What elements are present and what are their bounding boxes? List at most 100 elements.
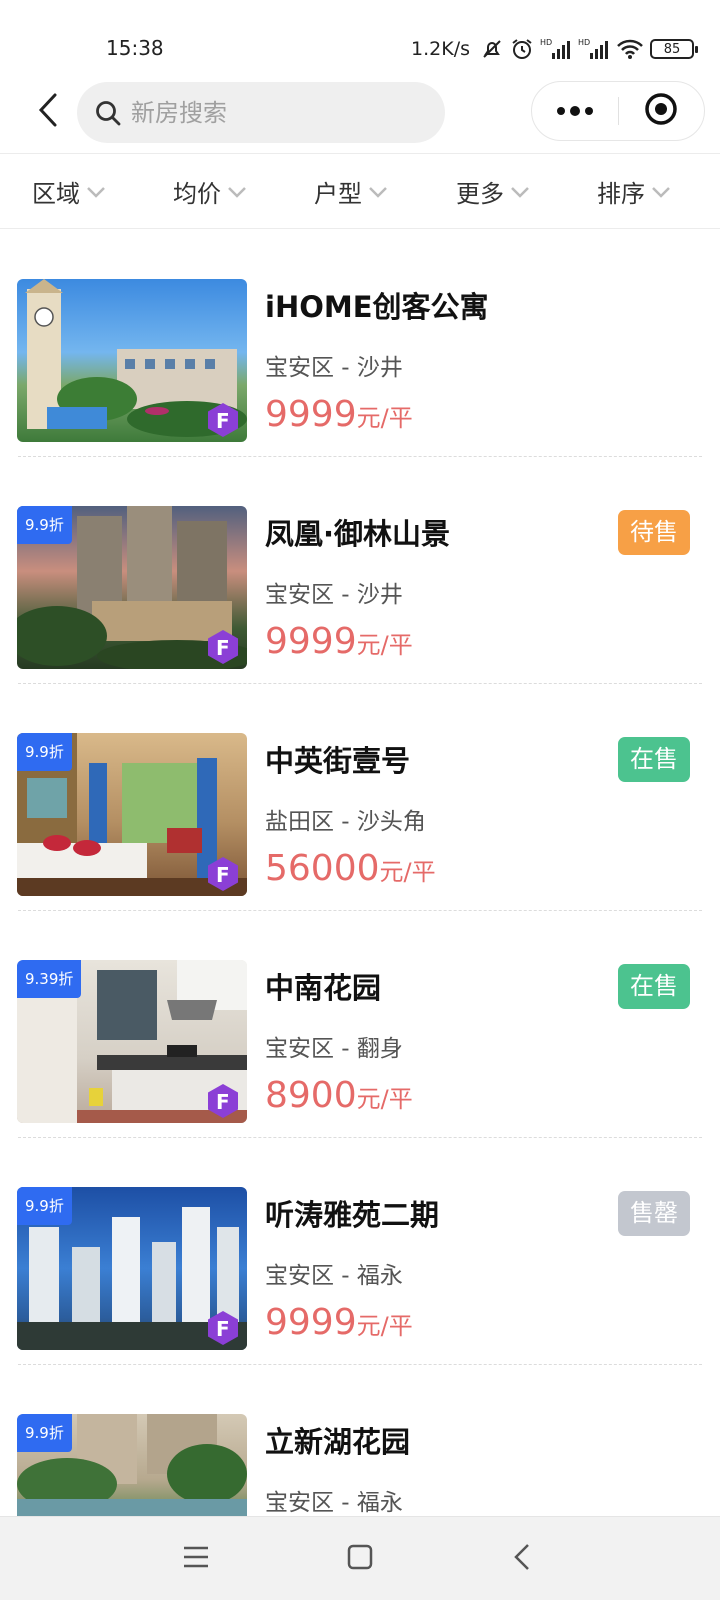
chevron-down-icon [227, 182, 247, 202]
listing-name: 立新湖花园 [265, 1425, 411, 1459]
listing-area: 宝安区 - 翻身 [265, 1036, 403, 1062]
wifi-icon [616, 36, 644, 62]
listing-area: 盐田区 - 沙头角 [265, 809, 426, 835]
listing-photo: 9.39折 F [17, 960, 247, 1123]
f-logo-icon: F [205, 402, 241, 438]
status-badge: 售罄 [618, 1191, 690, 1236]
f-logo-icon: F [205, 1310, 241, 1346]
home-square-icon [347, 1544, 373, 1574]
status-time: 15:38 [106, 36, 164, 60]
status-badge: 在售 [618, 737, 690, 782]
price-value: 9999 [265, 621, 357, 662]
price-unit: 元/平 [356, 1312, 413, 1340]
price-value: 8900 [265, 1075, 357, 1116]
listing-name: 凤凰·御林山景 [265, 517, 451, 551]
price-value: 56000 [265, 848, 380, 889]
chevron-down-icon [86, 182, 106, 202]
filter-layout[interactable]: 户型 [314, 174, 388, 209]
listing-photo: 9.9折 F [17, 1187, 247, 1350]
search-input[interactable] [131, 98, 411, 127]
listing-area: 宝安区 - 沙井 [265, 355, 403, 381]
chevron-down-icon [368, 182, 388, 202]
listing-price: 56000元/平 [265, 848, 436, 889]
listing-card[interactable]: F iHOME创客公寓 宝安区 - 沙井 9999元/平 [0, 230, 720, 457]
back-button[interactable] [28, 92, 68, 132]
listing-name: 中南花园 [265, 971, 382, 1005]
battery-icon: 85 [650, 39, 698, 59]
system-nav-bar [0, 1516, 720, 1600]
search-bar[interactable] [77, 82, 445, 143]
filter-label: 排序 [597, 180, 645, 208]
listing-area: 宝安区 - 福永 [265, 1490, 403, 1516]
svg-text:HD: HD [540, 38, 552, 47]
filter-more[interactable]: 更多 [456, 174, 530, 209]
listing-price: 9999元/平 [265, 394, 413, 435]
listing-area: 宝安区 - 福永 [265, 1263, 403, 1289]
listing-price: 9999元/平 [265, 621, 413, 662]
svg-text:F: F [216, 409, 230, 433]
network-speed: 1.2K/s [411, 38, 470, 60]
listing-price: 9999元/平 [265, 1302, 413, 1343]
filter-sort[interactable]: 排序 [597, 174, 671, 209]
close-button[interactable] [619, 82, 705, 140]
filter-region[interactable]: 区域 [32, 174, 106, 209]
f-logo-icon: F [205, 1083, 241, 1119]
menu-button[interactable] [174, 1537, 218, 1581]
listing-card[interactable]: 9.9折 F 中英街壹号 盐田区 - 沙头角 56000元/平 在售 [0, 684, 720, 911]
back-triangle-icon [513, 1543, 531, 1575]
menu-icon [182, 1545, 210, 1573]
svg-text:F: F [216, 863, 230, 887]
target-circle-icon [644, 92, 678, 130]
filter-label: 均价 [173, 180, 221, 208]
hd-signal-icon: HD [578, 36, 610, 62]
more-button[interactable] [532, 82, 618, 140]
discount-badge: 9.9折 [17, 1414, 72, 1452]
chevron-down-icon [651, 182, 671, 202]
search-icon [93, 98, 123, 128]
discount-badge: 9.9折 [17, 506, 72, 544]
filter-label: 区域 [32, 180, 80, 208]
chevron-down-icon [510, 182, 530, 202]
price-unit: 元/平 [356, 1085, 413, 1113]
price-unit: 元/平 [356, 404, 413, 432]
price-unit: 元/平 [356, 631, 413, 659]
filter-label: 更多 [456, 180, 504, 208]
status-icons: 1.2K/s HD HD 85 [411, 34, 698, 64]
home-button[interactable] [338, 1537, 382, 1581]
price-value: 9999 [265, 394, 357, 435]
listing-card[interactable]: 9.9折 F 凤凰·御林山景 宝安区 - 沙井 9999元/平 待售 [0, 457, 720, 684]
mute-bell-icon [480, 36, 504, 62]
nav-back-button[interactable] [500, 1537, 544, 1581]
svg-text:HD: HD [578, 38, 590, 47]
alarm-icon [510, 36, 534, 62]
svg-text:F: F [216, 636, 230, 660]
price-unit: 元/平 [379, 858, 436, 886]
hd-signal-icon: HD [540, 36, 572, 62]
discount-badge: 9.9折 [17, 1187, 72, 1225]
more-dots-icon [555, 102, 595, 121]
svg-text:F: F [216, 1090, 230, 1114]
listing-price: 8900元/平 [265, 1075, 413, 1116]
listing-photo: 9.9折 F [17, 733, 247, 896]
listing-name: iHOME创客公寓 [265, 290, 489, 324]
listing-card[interactable]: 9.39折 F 中南花园 宝安区 - 翻身 8900元/平 在售 [0, 911, 720, 1138]
filter-avg-price[interactable]: 均价 [173, 174, 247, 209]
listing-area: 宝安区 - 沙井 [265, 582, 403, 608]
status-badge: 待售 [618, 510, 690, 555]
listing-name: 中英街壹号 [265, 744, 411, 778]
listing-photo: 9.9折 F [17, 506, 247, 669]
f-logo-icon: F [205, 629, 241, 665]
discount-badge: 9.39折 [17, 960, 82, 998]
discount-badge: 9.9折 [17, 733, 72, 771]
price-value: 9999 [265, 1302, 357, 1343]
listing-photo: F [17, 279, 247, 442]
filter-label: 户型 [314, 180, 362, 208]
f-logo-icon: F [205, 856, 241, 892]
filter-bar: 区域 均价 户型 更多 排序 [0, 153, 720, 229]
header [0, 80, 720, 154]
mini-program-capsule [531, 81, 705, 141]
svg-text:F: F [216, 1317, 230, 1341]
status-bar: 15:38 1.2K/s HD HD 85 [0, 0, 720, 80]
listing-card[interactable]: 9.9折 F 听涛雅苑二期 宝安区 - 福永 9999元/平 售罄 [0, 1138, 720, 1365]
listing-name: 听涛雅苑二期 [265, 1198, 440, 1232]
